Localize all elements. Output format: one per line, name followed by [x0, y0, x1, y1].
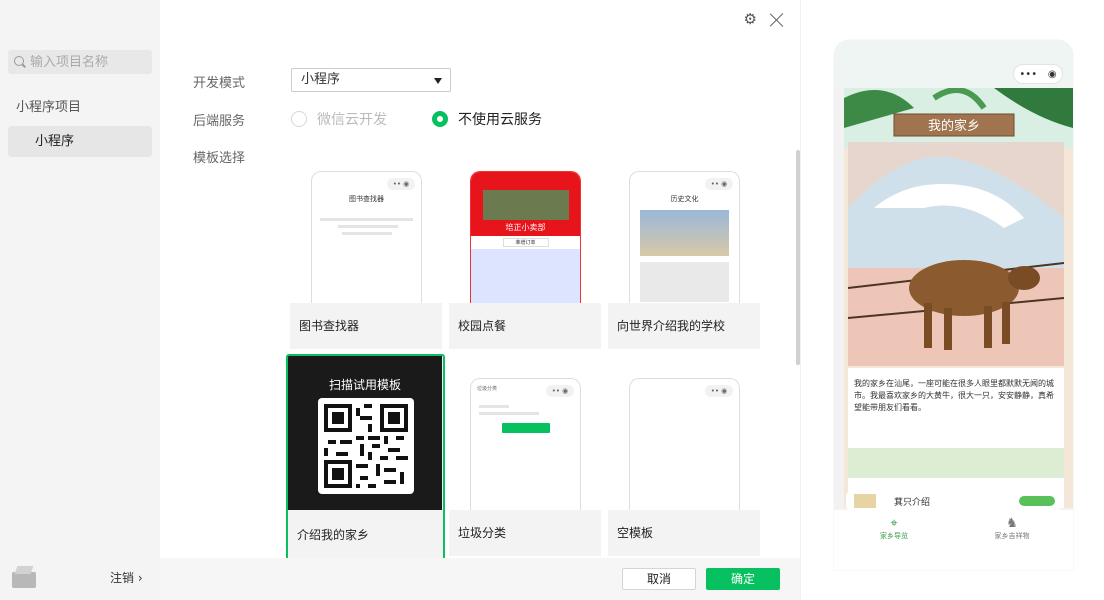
qr-code[interactable] — [318, 398, 414, 494]
radio-indicator-selected — [432, 111, 448, 127]
capsule-icon: •• ◉ — [705, 178, 733, 190]
thumb-title: 培正小卖部 — [505, 223, 546, 232]
qr-panel: 扫描试用模板 — [288, 356, 442, 510]
tab-label: 家乡导览 — [880, 532, 908, 540]
intro-card-badge — [1019, 496, 1055, 506]
tab-hometown-mascot[interactable]: ♞ 家乡吉祥物 — [972, 516, 1052, 541]
qr-label: 扫描试用模板 — [328, 378, 401, 392]
backend-label: 后端服务 — [193, 114, 246, 129]
template-card-garbage-sort[interactable]: 垃圾分类 •• ◉ 垃圾分类 — [449, 378, 601, 556]
template-card-hometown[interactable]: 扫描试用模板 介绍我的家乡 — [286, 354, 445, 564]
sidebar: 小程序项目 小程序 注销 › — [0, 0, 160, 600]
phone-preview: ••• ◉ 我的家乡 我的家乡在汕尾，一座可能在很多人眼里都默默无闻的城市。我最… — [834, 40, 1073, 570]
close-icon[interactable] — [769, 12, 784, 27]
phone-mock: •• ◉ 图书查找器 — [311, 171, 422, 303]
phone-mock: 培正小卖部 莘增订单 — [470, 171, 581, 303]
template-thumb: •• ◉ 历史文化 — [608, 171, 760, 303]
template-title: 图书查找器 — [299, 319, 360, 333]
template-card-school-intro[interactable]: •• ◉ 历史文化 向世界介绍我的学校 — [608, 171, 760, 349]
template-thumb: 培正小卖部 莘增订单 — [449, 171, 601, 303]
template-card-campus-order[interactable]: 培正小卖部 莘增订单 校园点餐 — [449, 171, 601, 349]
template-title: 校园点餐 — [458, 319, 507, 333]
tab-label: 家乡吉祥物 — [994, 532, 1030, 540]
radio-cloud-dev[interactable]: 微信云开发 — [291, 109, 387, 129]
sidebar-item-miniprogram[interactable]: 小程序 — [8, 126, 152, 157]
search-icon — [14, 56, 26, 68]
sidebar-section-title: 小程序项目 — [16, 100, 82, 115]
project-search[interactable] — [8, 50, 152, 74]
intro-thumbnail — [854, 494, 876, 508]
dev-mode-label: 开发模式 — [193, 76, 246, 91]
location-pin-icon: ⌖ — [890, 516, 898, 531]
template-title: 垃圾分类 — [458, 526, 507, 540]
intro-card[interactable]: 萁只介绍 — [846, 492, 1061, 510]
template-title: 介绍我的家乡 — [297, 528, 370, 542]
radio-cloud-dev-label: 微信云开发 — [317, 112, 387, 128]
user-avatar[interactable] — [12, 566, 36, 588]
radio-no-cloud[interactable]: 不使用云服务 — [432, 109, 542, 129]
cancel-button[interactable]: 取消 — [622, 568, 696, 590]
dev-mode-select[interactable]: 小程序 — [291, 68, 451, 92]
capsule-icon: •• ◉ — [546, 385, 574, 397]
radio-indicator — [291, 111, 307, 127]
caret-down-icon — [434, 78, 442, 84]
template-card-book-finder[interactable]: •• ◉ 图书查找器 图书查找器 — [290, 171, 442, 349]
thumb-title: 垃圾分类 — [477, 386, 498, 392]
main-panel: ⚙ 开发模式 小程序 后端服务 微信云开发 不使用云服务 模板选择 •• ◉ 图… — [160, 0, 800, 600]
dialog-footer — [160, 558, 800, 600]
thumb-title: 历史文化 — [670, 195, 699, 203]
thumb-title: 图书查找器 — [349, 195, 384, 203]
new-project-dialog: 小程序项目 小程序 注销 › ⚙ 开发模式 小程序 后端服务 微信云开发 不使用… — [0, 0, 1104, 600]
phone-mock: 垃圾分类 •• ◉ — [470, 378, 581, 510]
thumb-subtitle: 莘增订单 — [502, 238, 549, 247]
template-card-blank[interactable]: •• ◉ 空模板 — [608, 378, 760, 556]
gear-icon[interactable]: ⚙ — [744, 10, 757, 28]
tab-hometown-guide[interactable]: ⌖ 家乡导览 — [854, 516, 934, 541]
dev-mode-value: 小程序 — [301, 72, 341, 87]
search-input[interactable] — [30, 54, 140, 70]
template-label: 模板选择 — [193, 151, 246, 166]
capsule-icon: •• ◉ — [705, 385, 733, 397]
phone-mock: •• ◉ — [629, 378, 740, 510]
logout-link[interactable]: 注销 › — [110, 569, 143, 586]
confirm-button[interactable]: 确定 — [706, 568, 780, 590]
preview-navbar: ••• ◉ — [834, 40, 1073, 88]
capsule-menu[interactable]: ••• ◉ — [1013, 64, 1063, 84]
intro-card-title: 萁只介绍 — [894, 498, 931, 508]
hometown-paragraph: 我的家乡在汕尾，一座可能在很多人眼里都默默无闻的城市。我最喜欢家乡的大黄牛，很大… — [854, 379, 1054, 412]
preview-tabbar: ⌖ 家乡导览 ♞ 家乡吉祥物 — [834, 510, 1073, 570]
mascot-icon: ♞ — [1006, 516, 1018, 531]
template-thumb: •• ◉ — [608, 378, 760, 510]
hometown-illustration: 我的家乡 我的家乡在汕尾，一座可能在很多人眼里都默默无闻的城市。我最喜欢家乡的大… — [844, 87, 1073, 508]
template-thumb: 垃圾分类 •• ◉ — [449, 378, 601, 510]
more-icon[interactable]: ••• — [1019, 69, 1037, 80]
record-icon[interactable]: ◉ — [1048, 69, 1057, 80]
banner-title: 我的家乡 — [928, 118, 980, 134]
template-thumb: •• ◉ 图书查找器 — [290, 171, 442, 303]
template-title: 向世界介绍我的学校 — [617, 319, 726, 333]
radio-no-cloud-label: 不使用云服务 — [458, 112, 542, 128]
capsule-icon: •• ◉ — [387, 178, 415, 190]
phone-mock: •• ◉ 历史文化 — [629, 171, 740, 303]
template-title: 空模板 — [617, 526, 654, 540]
